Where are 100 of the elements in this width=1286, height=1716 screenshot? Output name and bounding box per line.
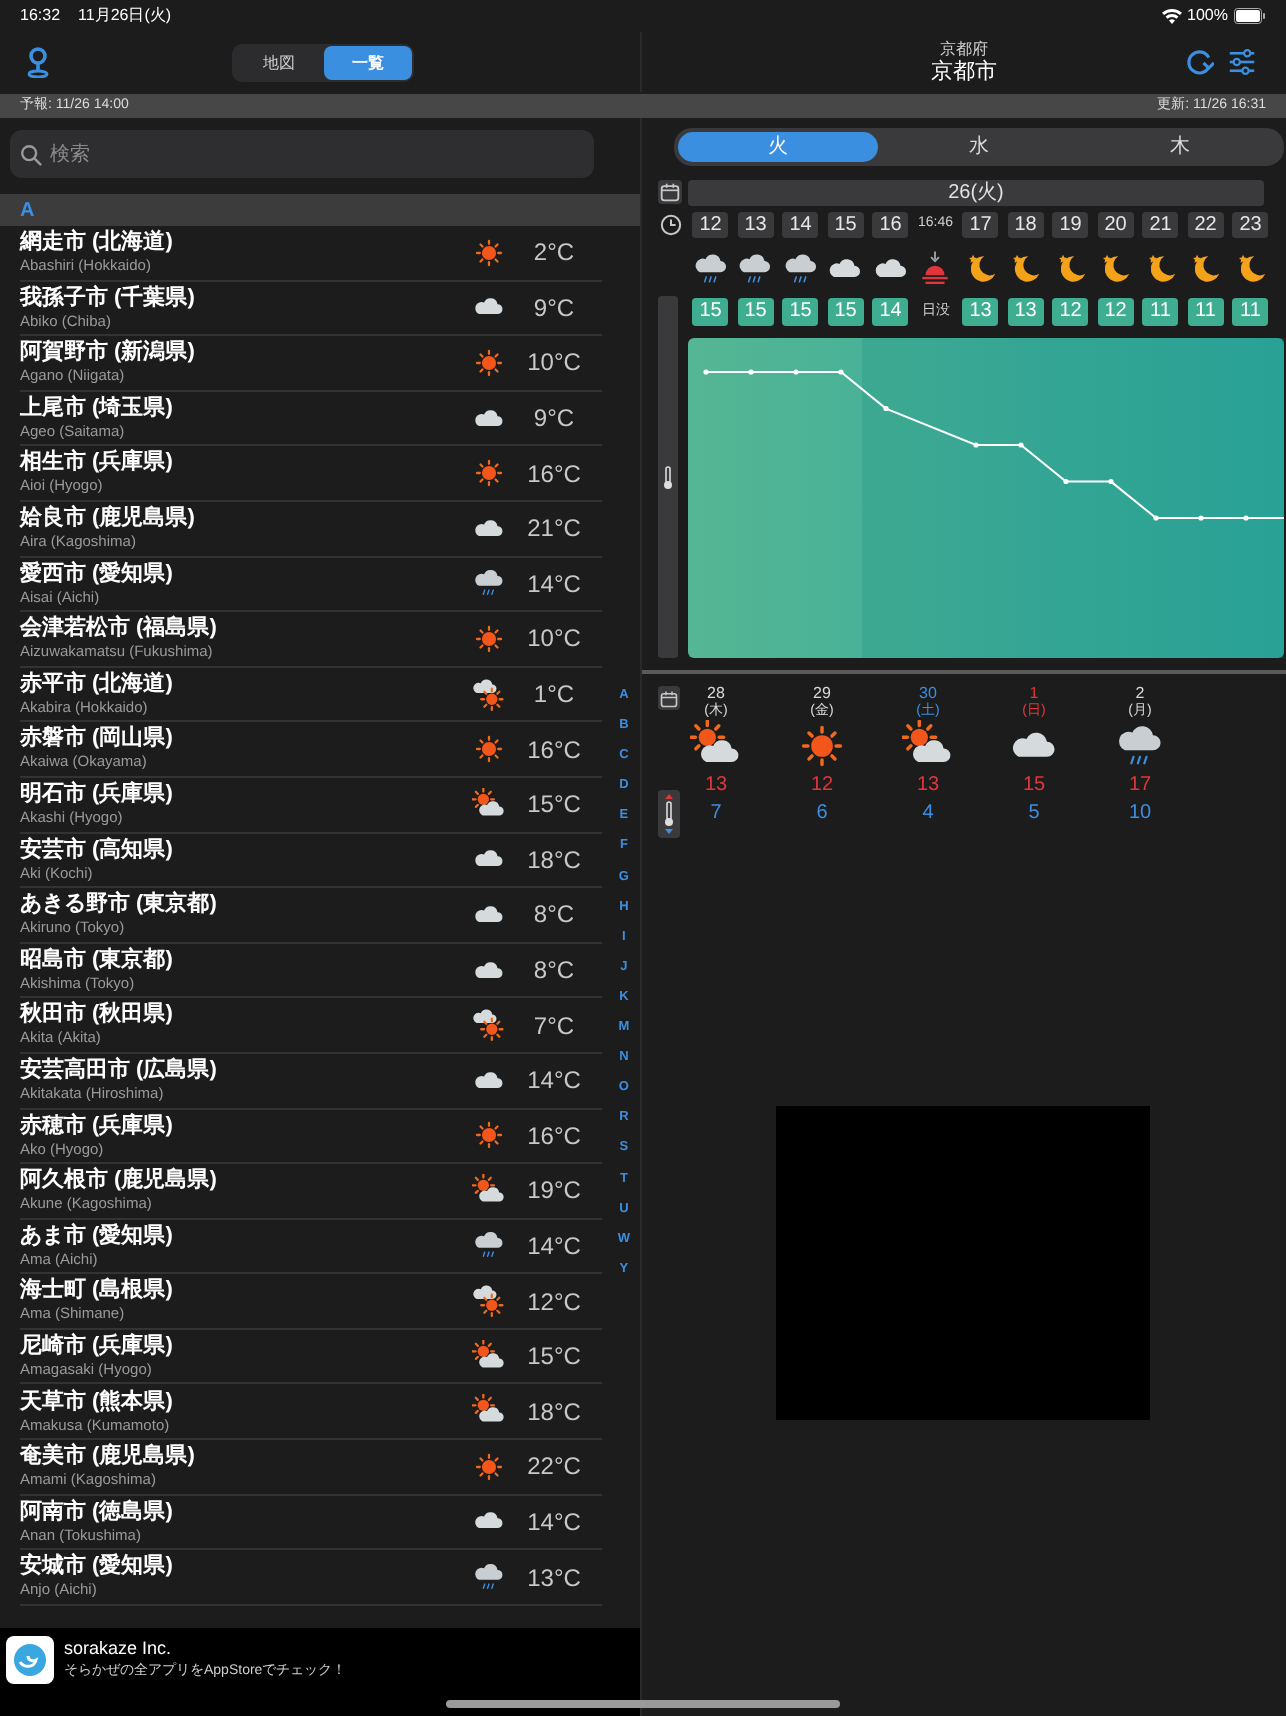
temperature: 10°C [525, 346, 583, 381]
temperature: 19°C [525, 1174, 583, 1209]
temperature: 21°C [525, 512, 583, 547]
refresh-button[interactable] [1186, 48, 1214, 76]
city-name: 姶良市 (鹿児島県) [20, 508, 197, 531]
city-name: 尼崎市 (兵庫県) [20, 1335, 175, 1358]
hour-temperature: 15 [737, 298, 774, 326]
sun-icon [472, 621, 506, 656]
search-bar[interactable]: 検索 [10, 130, 594, 178]
city-name: 相生市 (兵庫県) [20, 452, 175, 475]
city-name: 愛西市 (愛知県) [20, 563, 175, 586]
settings-button[interactable] [1228, 48, 1256, 76]
hour-label: 15 [827, 212, 864, 238]
clock-icon [659, 214, 681, 236]
temperature: 12°C [525, 1285, 583, 1320]
low-temperature: 4 [922, 804, 934, 824]
temperature: 8°C [531, 898, 577, 933]
temperature: 9°C [531, 291, 577, 326]
hour-temperature: 13 [1007, 298, 1044, 326]
city-name: 赤穂市 (兵庫県) [20, 1115, 175, 1138]
low-temperature: 10 [1128, 804, 1152, 824]
city-name: 阿久根市 (鹿児島県) [20, 1170, 219, 1193]
sun-icon [472, 1118, 506, 1153]
city-name: 網走市 (北海道) [20, 232, 175, 255]
status-time: 16:32 [20, 4, 61, 28]
temperature: 2°C [531, 236, 577, 271]
city-name: 安芸市 (高知県) [20, 839, 175, 862]
sun-icon [472, 235, 506, 270]
hour-temperature: 15 [782, 298, 819, 326]
hour-temperature: 14 [872, 298, 909, 326]
day-number: 1 [1029, 686, 1039, 702]
temperature: 14°C [525, 1064, 583, 1099]
hour-label: 16 [872, 212, 909, 238]
hour-label: 19 [1052, 212, 1089, 238]
day-number: 29 [813, 686, 831, 702]
cloud-sun-icon [472, 1008, 506, 1043]
city-name: 秋田市 (秋田県) [20, 1004, 175, 1027]
temperature: 9°C [531, 402, 577, 437]
pin-icon [26, 46, 50, 78]
sun-icon [796, 720, 848, 772]
city-name: 会津若松市 (福島県) [20, 618, 219, 641]
ad-title: sorakaze Inc. [64, 1640, 174, 1658]
city-name: あきる野市 (東京都) [20, 894, 219, 917]
city-name: 安芸高田市 (広島県) [20, 1059, 219, 1082]
hour-label: 14 [782, 212, 819, 238]
rain-cloud-icon [781, 249, 820, 287]
day-tab[interactable]: 木 [1079, 132, 1280, 162]
temperature: 15°C [525, 1340, 583, 1375]
cloud-sun-icon [472, 677, 506, 712]
hour-label: 13 [737, 212, 774, 238]
temperature: 14°C [525, 567, 583, 602]
low-temperature: 6 [816, 804, 828, 824]
rain-cloud-icon [736, 249, 775, 287]
city-name: あま市 (愛知県) [20, 1225, 175, 1248]
location-button[interactable] [26, 46, 50, 78]
rain-cloud-icon [472, 1560, 506, 1595]
high-temperature: 15 [1022, 776, 1046, 796]
temperature: 7°C [531, 1009, 577, 1044]
settings-icon [1228, 48, 1256, 76]
hour-label: 21 [1142, 212, 1179, 238]
city-name: 奄美市 (鹿児島県) [20, 1446, 197, 1469]
high-temperature: 17 [1128, 776, 1152, 796]
city-name: 海士町 (島根県) [20, 1280, 175, 1303]
hour-temperature: 15 [827, 298, 864, 326]
day-number: 28 [707, 686, 725, 702]
search-field[interactable]: 検索 [50, 139, 570, 169]
segment-tab[interactable]: 地図 [234, 46, 323, 80]
prefecture-name: 京都府 [940, 41, 988, 57]
hour-temperature: 11 [1142, 298, 1179, 326]
high-temperature: 13 [704, 776, 728, 796]
temperature: 16°C [525, 733, 583, 768]
city-name: 赤平市 (北海道) [20, 673, 175, 696]
status-date: 11月26日(火) [78, 4, 172, 28]
hour-label: 18 [1007, 212, 1044, 238]
date-label: 26(火) [688, 179, 1264, 205]
sun-icon [472, 345, 506, 380]
city-name: 明石市 (兵庫県) [20, 783, 175, 806]
hour-temperature: 12 [1052, 298, 1089, 326]
hour-temperature: 13 [962, 298, 999, 326]
city-name: 京都市 [931, 61, 997, 83]
battery-icon [1234, 8, 1266, 24]
rain-cloud-icon [691, 249, 730, 287]
temperature: 16°C [525, 457, 583, 492]
low-temperature: 7 [710, 804, 722, 824]
city-name: 阿賀野市 (新潟県) [20, 342, 197, 365]
rain-cloud-icon [472, 566, 506, 601]
battery-percent: 100% [1187, 4, 1228, 28]
sun-icon [472, 1449, 506, 1484]
sun-icon [472, 456, 506, 491]
temperature: 13°C [525, 1561, 583, 1596]
temperature: 1°C [531, 678, 577, 713]
day-tab[interactable]: 水 [878, 132, 1080, 162]
low-temperature: 5 [1028, 804, 1040, 824]
temperature: 18°C [525, 1395, 583, 1430]
temperature: 22°C [525, 1450, 583, 1485]
app-logo-icon [6, 1636, 54, 1684]
high-temperature: 12 [810, 776, 834, 796]
rain-cloud-icon [472, 1228, 506, 1263]
temperature: 15°C [525, 788, 583, 823]
city-name: 阿南市 (徳島県) [20, 1501, 175, 1524]
